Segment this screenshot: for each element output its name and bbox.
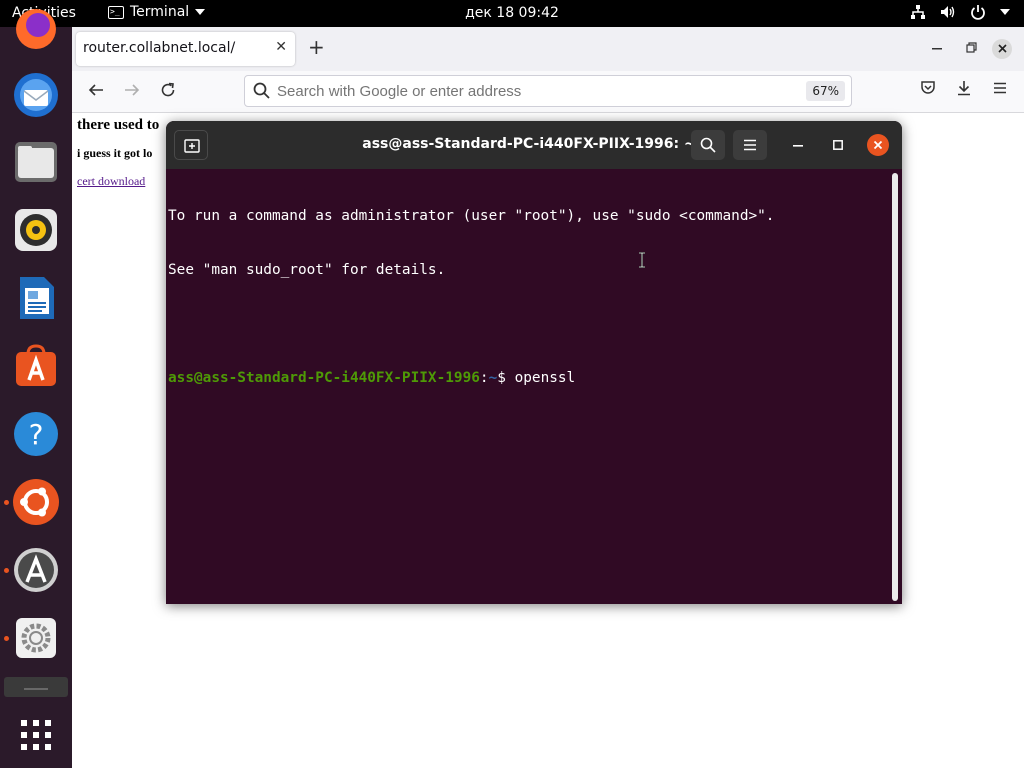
terminal-search-button[interactable]	[691, 130, 725, 160]
downloads-icon[interactable]	[956, 80, 972, 96]
dock: ?	[0, 9, 72, 768]
forward-arrow-icon[interactable]	[124, 82, 140, 98]
running-indicator	[4, 500, 9, 505]
dock-item-software-updater[interactable]	[12, 546, 60, 594]
terminal-close-button[interactable]	[867, 134, 889, 156]
dock-item-firefox[interactable]	[12, 5, 60, 53]
terminal-icon: >_	[108, 5, 124, 19]
dock-item-trash[interactable]	[4, 675, 68, 697]
terminal-line: To run a command as administrator (user …	[168, 208, 775, 224]
rhythmbox-icon	[15, 209, 57, 251]
new-tab-button[interactable]	[174, 130, 208, 160]
clock[interactable]: дек 18 09:42	[465, 5, 559, 21]
tab-close-button[interactable]: ✕	[275, 39, 287, 55]
dock-item-libreoffice-writer[interactable]	[12, 274, 60, 322]
terminal-title: ass@ass-Standard-PC-i440FX-PIIX-1996: ~	[362, 136, 696, 152]
ubuntu-icon	[13, 479, 59, 525]
new-tab-button[interactable]: +	[308, 37, 325, 57]
thunderbird-icon	[14, 73, 58, 117]
hamburger-menu-icon[interactable]	[992, 80, 1008, 96]
page-heading: there used to	[77, 117, 160, 133]
terminal-line: See "man sudo_root" for details.	[168, 262, 446, 278]
dock-item-ubuntu[interactable]	[12, 478, 60, 526]
settings-icon	[16, 618, 56, 658]
system-tray[interactable]	[910, 4, 1010, 20]
chevron-down-icon	[1000, 9, 1010, 15]
navigation-bar: 67%	[72, 71, 1024, 113]
search-icon	[253, 82, 270, 99]
dock-item-thunderbird[interactable]	[12, 71, 60, 119]
restore-icon[interactable]	[966, 42, 977, 53]
tab-title: router.collabnet.local/	[83, 40, 236, 56]
power-icon	[971, 5, 985, 20]
chevron-down-icon	[195, 9, 206, 15]
running-indicator	[4, 636, 9, 641]
svg-text:?: ?	[29, 418, 44, 451]
files-icon	[15, 142, 57, 182]
reload-icon[interactable]	[160, 82, 176, 98]
updater-icon	[14, 548, 58, 592]
running-indicator	[4, 568, 9, 573]
tab-strip: router.collabnet.local/ ✕ +	[72, 27, 1024, 71]
software-icon	[16, 344, 56, 386]
close-icon	[873, 140, 883, 150]
terminal-window: ass@ass-Standard-PC-i440FX-PIIX-1996: ~ …	[166, 121, 902, 604]
close-icon	[997, 44, 1007, 53]
dock-item-help[interactable]: ?	[12, 410, 60, 458]
terminal-header-bar: ass@ass-Standard-PC-i440FX-PIIX-1996: ~	[166, 121, 902, 169]
terminal-prompt-line: ass@ass-Standard-PC-i440FX-PIIX-1996:~$ …	[168, 369, 886, 387]
zoom-indicator[interactable]: 67%	[806, 81, 845, 101]
text-cursor-icon	[639, 252, 645, 268]
hamburger-menu-icon	[744, 139, 756, 151]
top-bar: Activities >_ Terminal дек 18 09:42	[0, 0, 1024, 27]
terminal-output[interactable]: To run a command as administrator (user …	[168, 171, 886, 601]
app-menu-label: Terminal	[130, 4, 190, 20]
prompt-path: ~	[488, 370, 498, 386]
network-icon	[911, 5, 925, 19]
back-arrow-icon[interactable]	[88, 82, 104, 98]
dock-item-files[interactable]	[12, 138, 60, 186]
address-bar[interactable]: 67%	[244, 75, 852, 107]
search-icon	[700, 137, 716, 153]
minimize-icon[interactable]	[932, 47, 942, 50]
help-icon: ?	[14, 412, 58, 456]
dock-item-ubuntu-software[interactable]	[12, 342, 60, 390]
trash-icon	[4, 677, 68, 697]
minimize-icon[interactable]	[793, 145, 803, 147]
dock-item-show-apps[interactable]	[12, 711, 60, 759]
maximize-icon[interactable]	[833, 140, 843, 150]
new-tab-icon	[184, 139, 200, 153]
volume-icon	[941, 6, 955, 18]
window-close-button[interactable]	[992, 39, 1012, 59]
prompt-command: openssl	[514, 370, 576, 386]
prompt-separator: :	[479, 370, 489, 386]
pocket-icon[interactable]	[920, 80, 936, 96]
app-grid-icon	[21, 720, 51, 750]
dock-item-rhythmbox[interactable]	[12, 206, 60, 254]
app-menu-terminal[interactable]: >_ Terminal	[108, 4, 206, 20]
url-input[interactable]	[277, 81, 797, 101]
dock-item-settings[interactable]	[12, 614, 60, 662]
browser-tab[interactable]: router.collabnet.local/ ✕	[76, 32, 295, 66]
prompt-user-host: ass@ass-Standard-PC-i440FX-PIIX-1996	[168, 370, 480, 386]
page-paragraph: i guess it got lo	[77, 146, 153, 160]
terminal-scrollbar[interactable]	[892, 173, 898, 601]
cert-download-link[interactable]: cert download	[77, 174, 145, 189]
terminal-menu-button[interactable]	[733, 130, 767, 160]
writer-icon	[20, 277, 54, 319]
firefox-icon	[16, 9, 56, 49]
prompt-symbol: $	[497, 370, 515, 386]
